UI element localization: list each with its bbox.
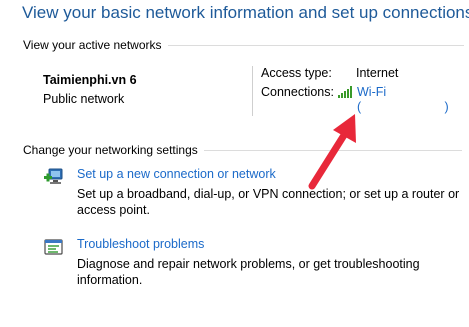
access-type-label: Access type: <box>261 66 332 80</box>
network-setup-icon <box>44 168 63 184</box>
networking-settings-label: Change your networking settings <box>23 143 198 157</box>
connections-label: Connections: <box>261 85 334 99</box>
wifi-connection-link[interactable]: Wi-Fi <box>357 85 386 99</box>
setup-connection-description: Set up a broadband, dial-up, or VPN conn… <box>77 187 460 217</box>
network-name: Taimienphi.vn 6 <box>43 73 137 87</box>
troubleshoot-description: Diagnose and repair network problems, or… <box>77 257 420 287</box>
active-networks-header: View your active networks <box>23 38 464 52</box>
connection-detail-link[interactable]: ( ) <box>357 100 449 114</box>
annotation-arrow-icon <box>308 114 356 190</box>
networking-settings-header: Change your networking settings <box>23 143 462 157</box>
access-type-value: Internet <box>356 66 399 80</box>
vertical-divider <box>252 66 253 116</box>
active-networks-label: View your active networks <box>23 38 162 52</box>
section-divider <box>167 44 464 46</box>
troubleshoot-icon <box>44 239 63 255</box>
setup-connection-link[interactable]: Set up a new connection or network <box>77 167 276 181</box>
troubleshoot-link[interactable]: Troubleshoot problems <box>77 237 204 251</box>
network-type: Public network <box>43 92 125 106</box>
page-title: View your basic network information and … <box>22 3 469 22</box>
wifi-signal-icon <box>338 86 352 98</box>
